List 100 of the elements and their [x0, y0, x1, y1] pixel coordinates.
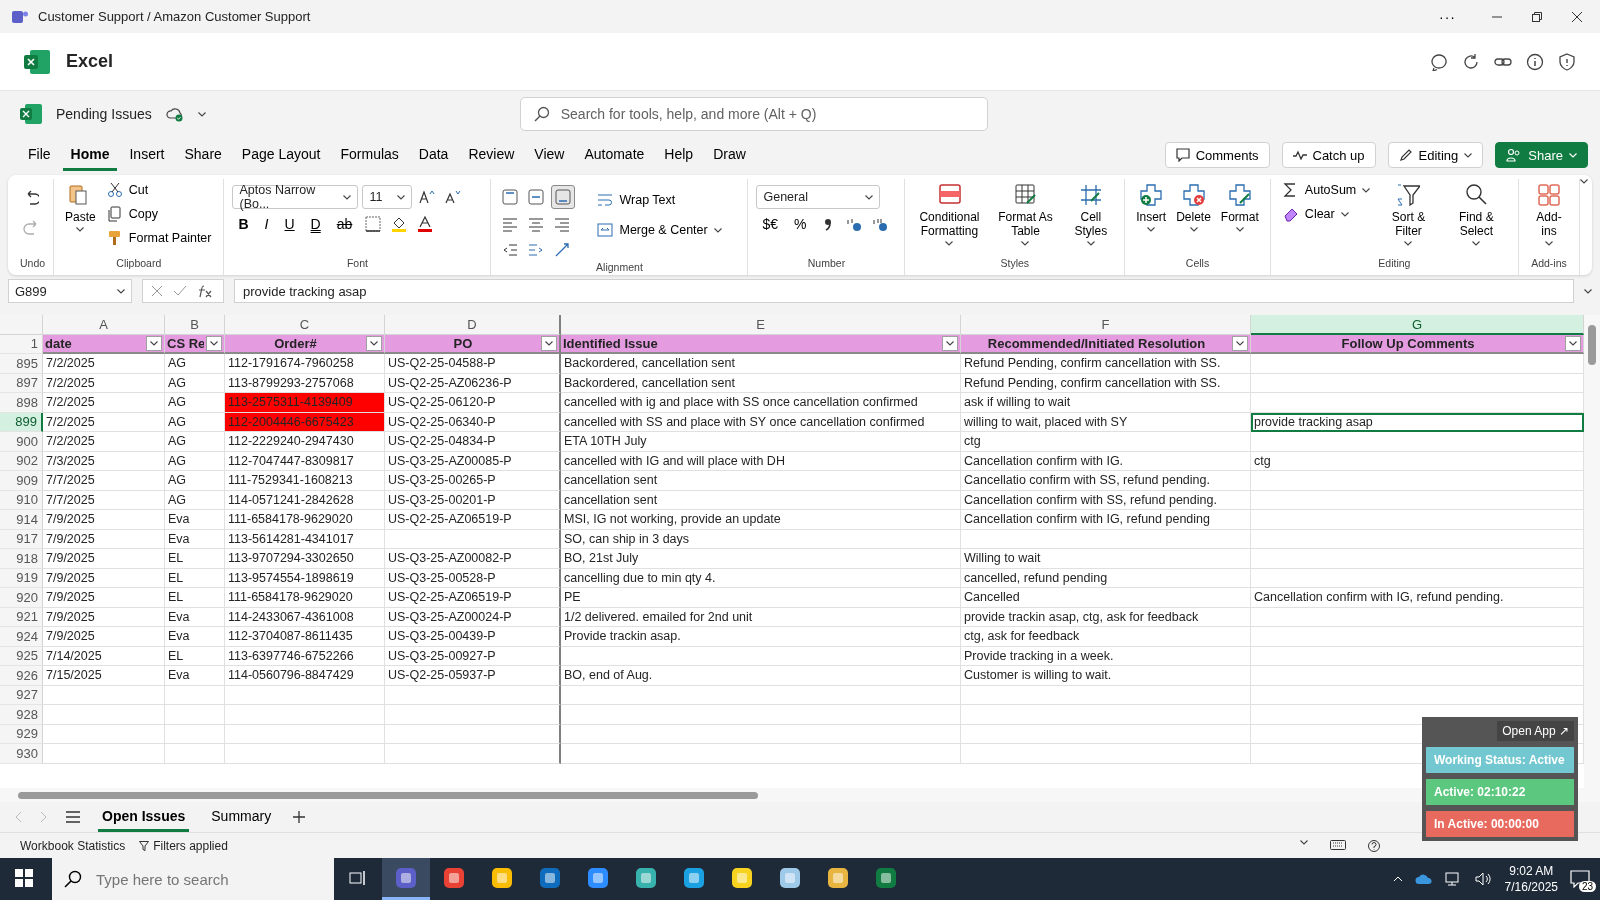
- table-cell: BO, end of Aug.: [561, 666, 961, 686]
- menu-tab[interactable]: View: [526, 139, 573, 171]
- row-number[interactable]: 895: [0, 354, 43, 374]
- toolbar-button[interactable]: Editing: [1387, 142, 1484, 168]
- row-number[interactable]: 898: [0, 393, 43, 413]
- ribbon-button[interactable]: Delete: [1173, 179, 1214, 236]
- name-box[interactable]: G899: [8, 279, 132, 303]
- table-cell: 114-0571241-2842628: [225, 490, 385, 510]
- row-number[interactable]: 929: [0, 724, 43, 744]
- ribbon-button[interactable]: Wrap Text: [593, 189, 726, 211]
- table-cell: MSI, IG not working, provide an update: [561, 510, 961, 530]
- toolbar-button[interactable]: Catch up: [1281, 142, 1376, 168]
- row-number[interactable]: 910: [0, 490, 43, 510]
- table-cell: 7/9/2025: [43, 607, 165, 627]
- table-cell: AG: [165, 471, 225, 491]
- ribbon-button[interactable]: Merge & Center: [593, 219, 726, 241]
- table-cell: Cancellation confirm with SS, refund pending.: [961, 490, 1251, 510]
- table-cell: cancellation sent: [561, 490, 961, 510]
- row-number[interactable]: 926: [0, 666, 43, 686]
- share-button[interactable]: Share: [1495, 142, 1588, 168]
- row-number[interactable]: 930: [0, 744, 43, 764]
- find-select-button[interactable]: Find & Select: [1442, 179, 1510, 250]
- table-cell: 111-7529341-1608213: [225, 471, 385, 491]
- table-cell: 7/9/2025: [43, 549, 165, 569]
- status-text[interactable]: Workbook Statistics: [20, 838, 126, 853]
- column-header[interactable]: E: [561, 315, 961, 335]
- font-name-dropdown[interactable]: Aptos Narrow (Bo...: [232, 185, 359, 209]
- column-header[interactable]: D: [385, 315, 561, 335]
- menu-tab[interactable]: Insert: [121, 139, 173, 171]
- table-cell: 1/2 delivered. emailed for 2nd unit: [561, 607, 961, 627]
- ribbon-button[interactable]: Sort & Filter: [1378, 179, 1439, 250]
- table-cell: 113-9574554-1898619: [225, 568, 385, 588]
- row-number[interactable]: 924: [0, 627, 43, 647]
- strikethrough-button[interactable]: ab: [330, 214, 359, 234]
- table-cell: US-Q2-25-AZ06519-P: [385, 588, 561, 608]
- row-number[interactable]: 919: [0, 568, 43, 588]
- menu-tab[interactable]: Data: [410, 139, 457, 171]
- ribbon-button[interactable]: Cell Styles: [1065, 179, 1117, 250]
- row-number[interactable]: 899: [0, 412, 43, 432]
- menu-tab[interactable]: Home: [62, 139, 118, 171]
- ribbon-button[interactable]: Add-ins: [1526, 179, 1571, 250]
- ribbon-button[interactable]: Cut: [102, 179, 216, 201]
- menu-tab[interactable]: Formulas: [332, 139, 407, 171]
- row-number[interactable]: 927: [0, 685, 43, 705]
- row-number[interactable]: 928: [0, 705, 43, 725]
- ribbon-button[interactable]: Clear: [1278, 203, 1375, 225]
- menu-tab[interactable]: Review: [460, 139, 523, 171]
- menu-tab[interactable]: Draw: [705, 139, 754, 171]
- group-label: Add-ins: [1530, 257, 1568, 271]
- ribbon-button[interactable]: Format As Table: [989, 179, 1062, 250]
- row-number[interactable]: 925: [0, 646, 43, 666]
- ribbon-button[interactable]: Format Painter: [102, 227, 216, 249]
- clock[interactable]: 9:02 AM 7/16/2025: [1504, 863, 1558, 895]
- table-cell: willing to wait, placed with SY: [961, 412, 1251, 432]
- row-number[interactable]: 1: [0, 334, 43, 354]
- number-format-dropdown[interactable]: General: [756, 185, 881, 209]
- percent-button[interactable]: %: [788, 214, 813, 234]
- bold-button[interactable]: B: [232, 214, 255, 234]
- taskbar-search-field[interactable]: Type here to search: [52, 858, 334, 900]
- italic-button[interactable]: I: [258, 214, 275, 234]
- column-header[interactable]: G: [1251, 315, 1584, 335]
- ribbon-button[interactable]: Paste: [62, 179, 99, 236]
- row-number[interactable]: 920: [0, 588, 43, 608]
- open-app-button[interactable]: Open App ↗: [1497, 721, 1574, 741]
- column-header[interactable]: A: [43, 315, 165, 335]
- row-number[interactable]: 897: [0, 373, 43, 393]
- menu-tab[interactable]: Automate: [576, 139, 653, 171]
- menu-tab[interactable]: Help: [656, 139, 702, 171]
- row-number[interactable]: 921: [0, 607, 43, 627]
- ribbon-button[interactable]: Conditional Formatting: [913, 179, 986, 250]
- ribbon-button[interactable]: Copy: [102, 203, 216, 225]
- row-number[interactable]: 909: [0, 471, 43, 491]
- currency-button[interactable]: $€: [756, 214, 785, 234]
- window-title: Customer Support / Amazon Customer Support: [38, 9, 312, 24]
- table-cell[interactable]: provide tracking asap: [1251, 412, 1584, 432]
- formula-field[interactable]: provide tracking asap: [234, 279, 1574, 303]
- row-number[interactable]: 900: [0, 432, 43, 452]
- column-header[interactable]: F: [961, 315, 1251, 335]
- sheet-tab[interactable]: Summary: [207, 802, 276, 832]
- menu-tab[interactable]: Page Layout: [233, 139, 329, 171]
- underline-button[interactable]: U: [278, 214, 301, 234]
- row-number[interactable]: 918: [0, 549, 43, 569]
- document-name[interactable]: Pending Issues: [56, 106, 152, 122]
- toolbar-button[interactable]: Comments: [1164, 142, 1270, 168]
- row-number[interactable]: 902: [0, 451, 43, 471]
- ribbon-button[interactable]: AutoSum: [1278, 179, 1375, 201]
- row-number[interactable]: 914: [0, 510, 43, 530]
- ribbon-button[interactable]: Insert: [1133, 179, 1170, 236]
- font-size-dropdown[interactable]: 11: [362, 185, 413, 209]
- group-label: Number: [806, 257, 847, 271]
- row-number[interactable]: 917: [0, 529, 43, 549]
- menu-tab[interactable]: Share: [176, 139, 230, 171]
- menu-tab[interactable]: File: [20, 139, 59, 171]
- ribbon-button[interactable]: Format: [1217, 179, 1262, 236]
- column-header[interactable]: C: [225, 315, 385, 335]
- double-underline-button[interactable]: D: [304, 214, 327, 234]
- table-cell: 7/2/2025: [43, 354, 165, 374]
- column-header[interactable]: B: [165, 315, 225, 335]
- more-button[interactable]: ···: [1433, 7, 1462, 26]
- search-field[interactable]: Search for tools, help, and more (Alt + Q): [519, 97, 988, 131]
